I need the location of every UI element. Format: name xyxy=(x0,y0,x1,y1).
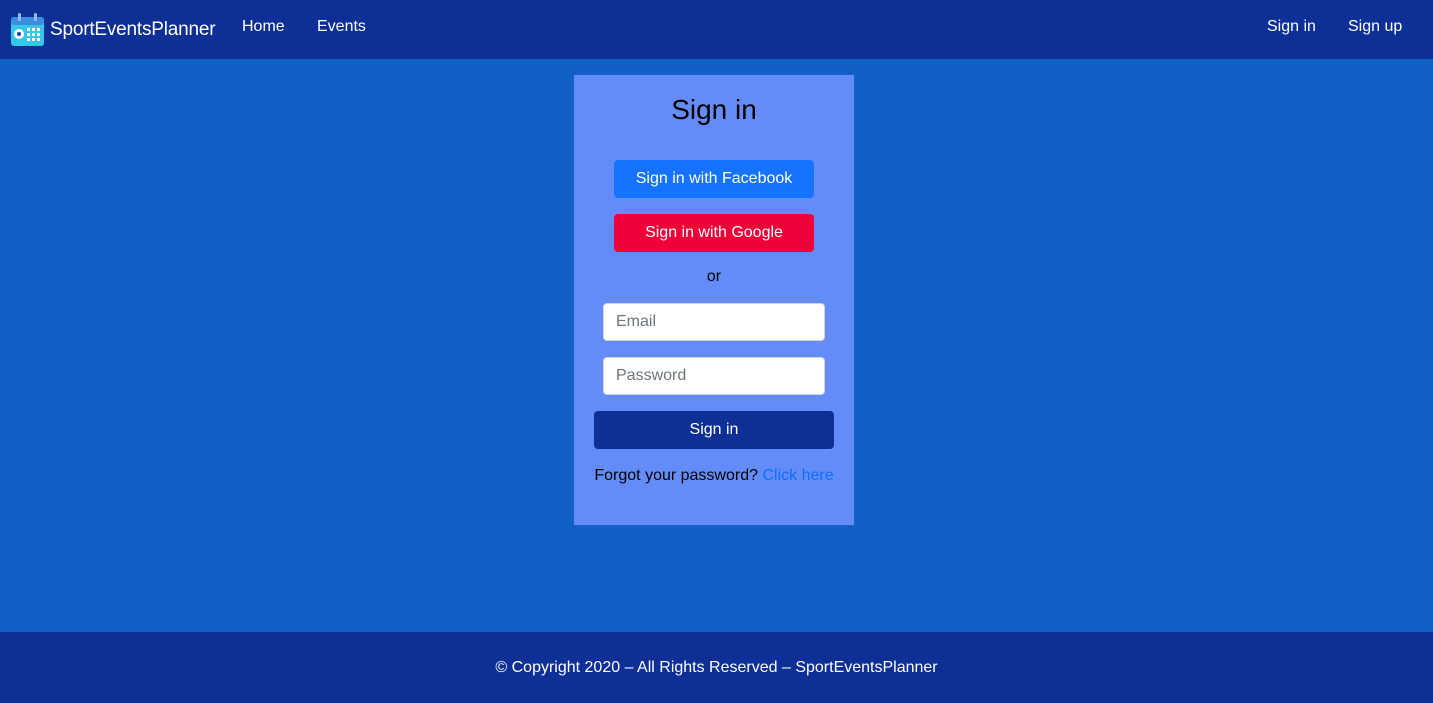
sign-in-submit-button[interactable]: Sign in xyxy=(594,411,834,449)
calendar-icon xyxy=(11,13,44,46)
nav-events-link[interactable]: Events xyxy=(317,18,366,36)
nav-home-link[interactable]: Home xyxy=(242,18,285,36)
nav-sign-in-link[interactable]: Sign in xyxy=(1267,18,1316,36)
signin-card xyxy=(574,75,854,525)
google-signin-button[interactable]: Sign in with Google xyxy=(614,214,814,252)
brand-name: SportEventsPlanner xyxy=(50,18,216,40)
email-input[interactable] xyxy=(603,303,825,341)
forgot-password-row: Forgot your password? Click here xyxy=(574,467,854,485)
brand-link[interactable]: SportEventsPlanner xyxy=(10,0,216,59)
or-divider: or xyxy=(706,268,722,285)
navbar: SportEventsPlanner Home Events Sign in S… xyxy=(0,0,1433,59)
copyright-text: © Copyright 2020 – All Rights Reserved –… xyxy=(495,659,938,676)
signin-title: Sign in xyxy=(671,94,757,125)
nav-sign-up-link[interactable]: Sign up xyxy=(1348,18,1402,36)
password-input[interactable] xyxy=(603,357,825,395)
forgot-password-link[interactable]: Click here xyxy=(762,467,833,484)
forgot-password-text: Forgot your password? xyxy=(594,467,759,484)
footer: © Copyright 2020 – All Rights Reserved –… xyxy=(0,632,1433,703)
facebook-signin-button[interactable]: Sign in with Facebook xyxy=(614,160,814,198)
